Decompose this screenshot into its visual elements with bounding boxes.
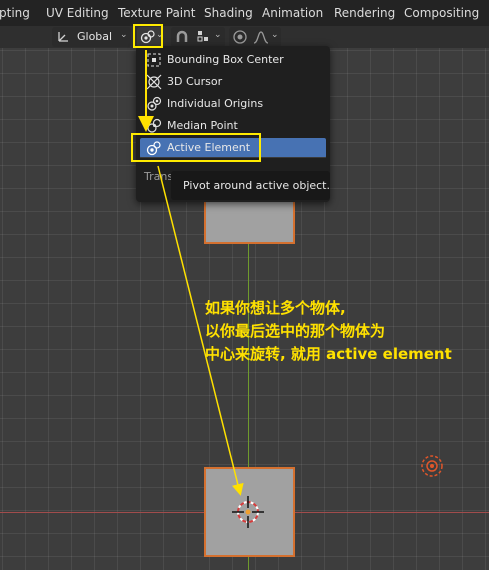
- annotation-line-3: 中心来旋转, 就用 active element: [205, 345, 452, 363]
- annotation-arrows: [138, 50, 244, 496]
- annotation-line-2: 以你最后选中的那个物体为: [205, 322, 386, 340]
- annotation-text: 如果你想让多个物体, 以你最后选中的那个物体为 中心来旋转, 就用 active…: [205, 297, 452, 366]
- annotation-line-1: 如果你想让多个物体,: [205, 299, 346, 317]
